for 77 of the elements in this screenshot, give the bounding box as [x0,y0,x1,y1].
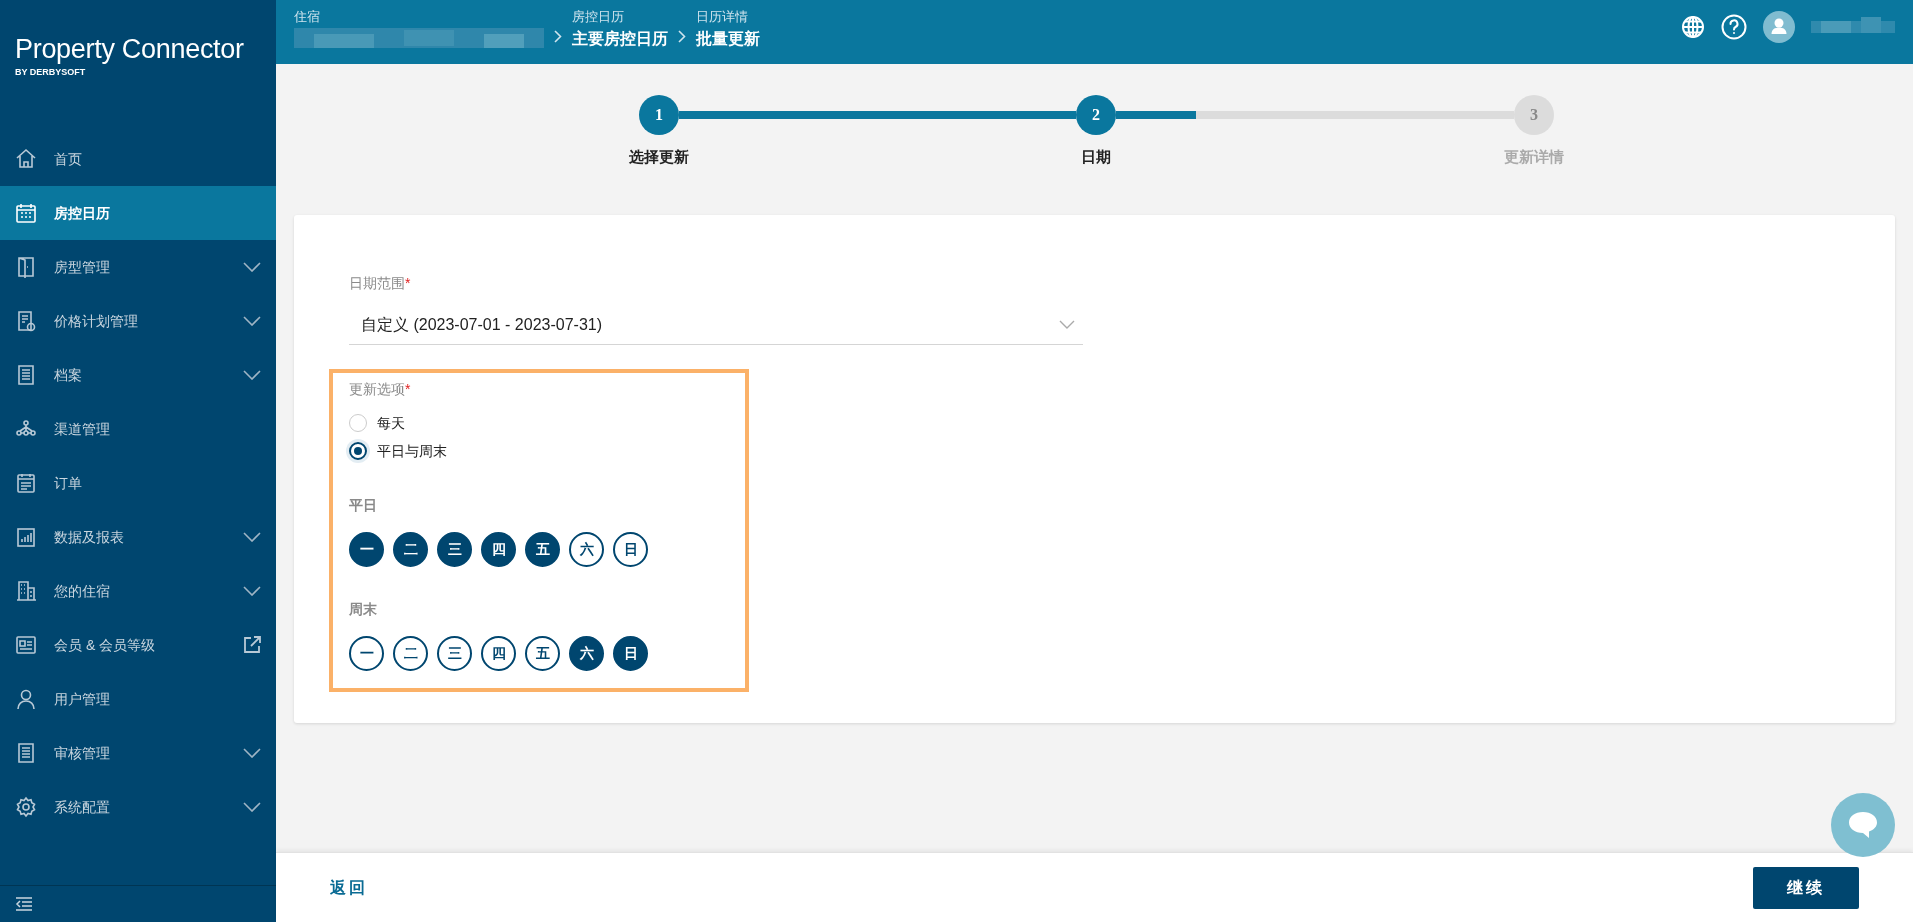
step-label: 选择更新 [628,147,690,167]
radio-option[interactable]: 每天 [349,413,745,433]
chevron-down-icon [1059,320,1075,329]
id-card-icon [15,634,37,656]
sidebar-item[interactable]: 首页 [0,132,276,186]
sidebar-item[interactable]: 您的住宿 [0,564,276,618]
back-link[interactable]: 返回 [330,875,368,900]
user-icon [15,688,37,710]
day-toggle[interactable]: 一 [349,636,384,671]
radio-option[interactable]: 平日与周末 [349,441,745,461]
chevron-down-icon [243,262,261,272]
group-label: 平日 [349,496,378,515]
day-toggle[interactable]: 一 [349,532,384,567]
globe-icon[interactable] [1681,15,1705,39]
sidebar-item[interactable]: 会员 & 会员等级 [0,618,276,672]
step-label: 更新详情 [1503,147,1565,167]
breadcrumb-link[interactable]: 主要房控日历 [572,26,668,52]
day-toggle[interactable]: 二 [393,636,428,671]
breadcrumb-label: 房控日历 [572,8,625,26]
day-toggle[interactable]: 四 [481,532,516,567]
calendar-icon [15,202,37,224]
required-mark: * [405,274,411,293]
required-mark: * [405,380,411,399]
chevron-right-icon [678,30,686,43]
sidebar-item[interactable]: 数据及报表 [0,510,276,564]
chevron-down-icon [243,316,261,326]
step-label: 日期 [1080,147,1112,167]
settings-icon [15,796,37,818]
day-toggle[interactable]: 五 [525,636,560,671]
day-toggle[interactable]: 日 [613,532,648,567]
chat-bubble-icon [1848,811,1878,839]
day-toggle[interactable]: 六 [569,636,604,671]
avatar-icon[interactable] [1763,11,1795,43]
breadcrumb-link[interactable]: 批量更新 [696,26,760,52]
sidebar-item[interactable]: 房控日历 [0,186,276,240]
building-icon [15,580,37,602]
chevron-down-icon [243,532,261,542]
home-icon [15,148,37,170]
day-toggle[interactable]: 日 [613,636,648,671]
door-icon [15,256,37,278]
chevron-down-icon [243,802,261,812]
sidebar-item[interactable]: 价格计划管理 [0,294,276,348]
day-toggle[interactable]: 六 [569,532,604,567]
chevron-down-icon [243,586,261,596]
sidebar-item[interactable]: 订单 [0,456,276,510]
chevron-right-icon [554,30,562,43]
breadcrumb-label: 住宿 [294,8,321,26]
sidebar-item[interactable]: 房型管理 [0,240,276,294]
group-label: 周末 [349,600,378,619]
logo-subtitle: BY DERBYSOFT [15,66,87,79]
sidebar-item[interactable]: 档案 [0,348,276,402]
radio-button[interactable] [349,442,367,460]
sidebar-item[interactable]: 系统配置 [0,780,276,834]
field-label: 更新选项 [349,380,405,399]
help-icon[interactable] [1721,14,1747,40]
breadcrumb-label: 日历详情 [696,8,749,26]
field-label: 日期范围 [349,274,405,293]
logo-text: Property Connector [15,33,245,66]
day-toggle[interactable]: 五 [525,532,560,567]
sidebar-item[interactable]: 用户管理 [0,672,276,726]
document-icon [15,742,37,764]
notepad-icon [15,472,37,494]
day-toggle[interactable]: 二 [393,532,428,567]
collapse-menu-icon[interactable] [15,897,33,911]
sidebar-item[interactable]: 渠道管理 [0,402,276,456]
document-icon [15,364,37,386]
continue-button[interactable]: 继续 [1753,866,1859,909]
sidebar-item[interactable]: 审核管理 [0,726,276,780]
day-toggle[interactable]: 三 [437,532,472,567]
day-toggle[interactable]: 三 [437,636,472,671]
date-range-dropdown[interactable]: 自定义 (2023-07-01 - 2023-07-31) [349,305,1083,345]
external-link-icon [243,636,261,654]
chart-icon [15,526,37,548]
day-toggle[interactable]: 四 [481,636,516,671]
chevron-down-icon [243,370,261,380]
receipt-icon [15,310,37,332]
chevron-down-icon [243,748,261,758]
